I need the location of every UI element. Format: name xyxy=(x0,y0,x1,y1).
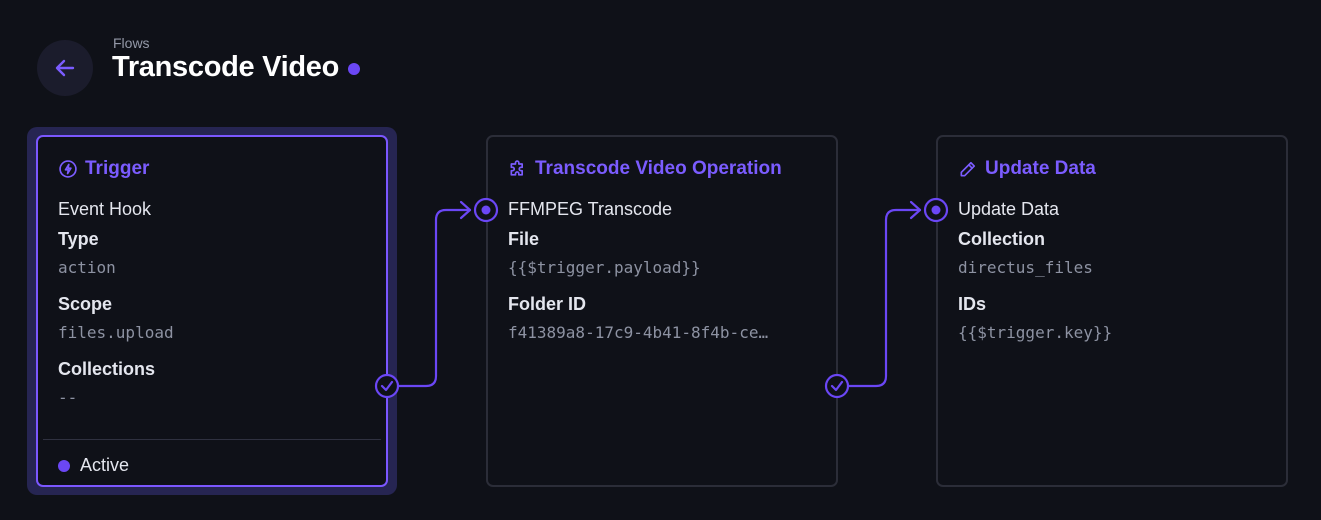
flow-connectors xyxy=(374,197,949,399)
resolve-handle-trigger[interactable] xyxy=(374,373,400,399)
input-handle-transcode[interactable] xyxy=(473,197,499,223)
connector-line-1 xyxy=(396,208,472,388)
resolve-handle-transcode[interactable] xyxy=(824,373,850,399)
connector-line-2 xyxy=(846,208,922,388)
input-handle-update-data[interactable] xyxy=(923,197,949,223)
